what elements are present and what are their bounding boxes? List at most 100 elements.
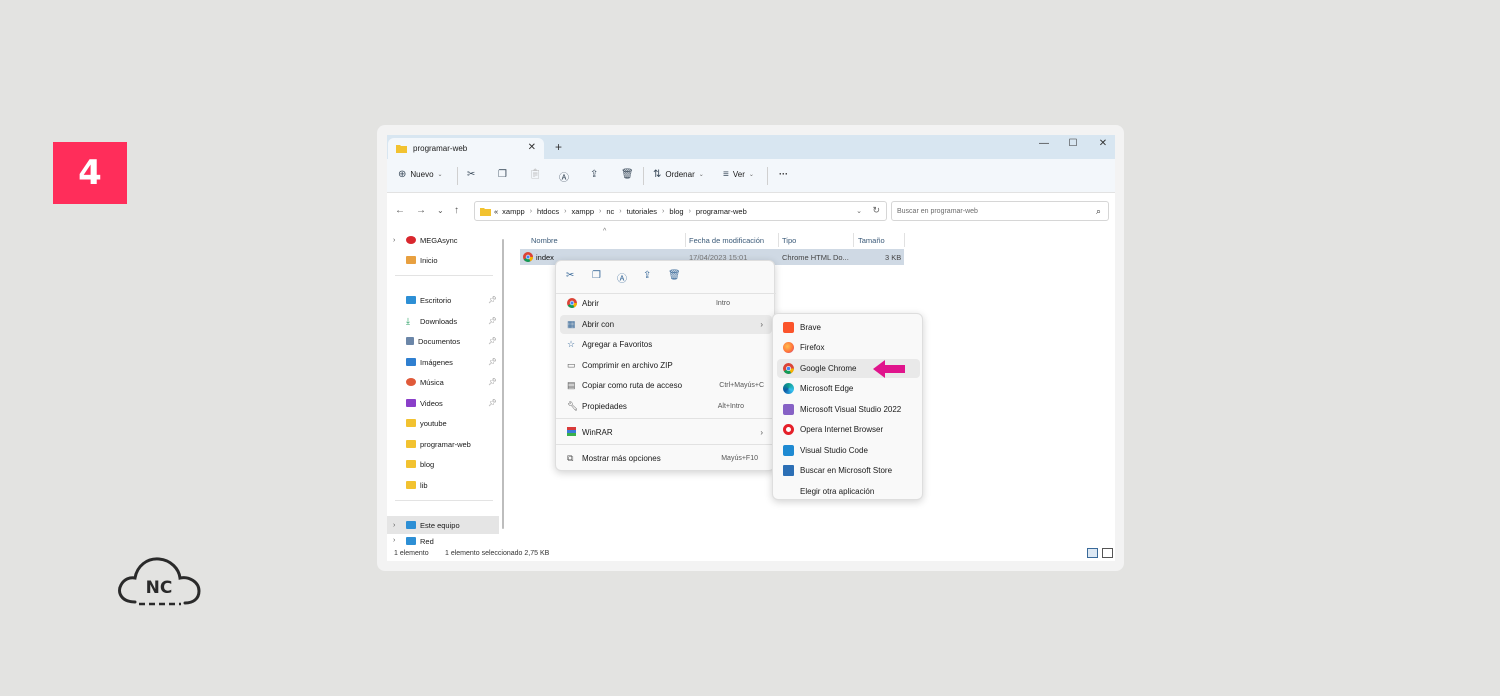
copy-icon[interactable]: ❐ [592,270,601,281]
breadcrumb-tutoriales[interactable]: tutoriales [627,207,657,216]
pin-icon[interactable]: 📌︎ [488,296,497,304]
share-icon[interactable]: ⇪ [590,169,598,180]
menu-item-propiedades[interactable]: 🔧︎ Propiedades Alt+Intro [560,397,772,416]
app-item-label: Elegir otra aplicación [800,487,875,496]
column-header-size[interactable]: Tamaño [858,236,885,245]
tiles-view-button[interactable] [1102,548,1113,558]
cut-icon[interactable]: ✂ [566,270,574,281]
breadcrumb-programar-web[interactable]: programar-web [696,207,747,216]
search-input[interactable]: Buscar en programar-web ⌕ [891,201,1109,221]
sidebar-item-inicio[interactable]: Inicio [387,251,499,269]
share-icon[interactable]: ⇪ [643,270,651,281]
sidebar-item-blog[interactable]: blog [387,455,499,473]
column-header-type[interactable]: Tipo [782,236,796,245]
sidebar-item-imagenes[interactable]: Imágenes 📌︎ [387,353,499,371]
details-view-button[interactable] [1087,548,1098,558]
sidebar-item-musica[interactable]: Música 📌︎ [387,373,499,391]
pin-icon[interactable]: 📌︎ [488,399,497,407]
column-header-name[interactable]: Nombre [531,236,558,245]
breadcrumb-chevron-icon: › [564,207,567,215]
sidebar-item-videos[interactable]: Videos 📌︎ [387,394,499,412]
menu-item-abrir-con[interactable]: ▦ Abrir con › [560,315,772,334]
rename-icon[interactable]: Ⓐ [617,270,627,285]
app-item-label: Microsoft Visual Studio 2022 [800,405,902,414]
forward-arrow-icon[interactable]: → [416,205,426,216]
delete-icon[interactable]: 🗑︎ [668,270,681,281]
file-type: Chrome HTML Do... [782,253,849,262]
breadcrumb-blog[interactable]: blog [669,207,683,216]
app-item-vscode[interactable]: Visual Studio Code [777,441,920,460]
breadcrumb-htdocs[interactable]: htdocs [537,207,559,216]
copy-icon[interactable]: ❐ [498,169,507,180]
sort-button[interactable]: ⇅ Ordenar ⌄ [653,169,704,180]
minimize-button[interactable]: — [1035,138,1053,149]
column-header-modified[interactable]: Fecha de modificación [689,236,764,245]
sidebar-item-downloads[interactable]: ⤓ Downloads 📌︎ [387,312,499,330]
column-divider [685,233,686,247]
new-tab-button[interactable]: + [555,140,562,154]
app-item-firefox[interactable]: Firefox [777,338,920,357]
column-divider [778,233,779,247]
breadcrumb-overflow[interactable]: « [494,207,498,216]
breadcrumb-chevron-icon: › [619,207,622,215]
app-item-visual-studio[interactable]: Microsoft Visual Studio 2022 [777,400,920,419]
menu-item-mas-opciones[interactable]: ⧉ Mostrar más opciones Mayús+F10 [560,449,772,468]
sidebar-item-megasync[interactable]: › MEGAsync [387,231,499,249]
menu-item-agregar-favoritos[interactable]: ☆ Agregar a Favoritos [560,335,772,354]
sidebar-item-youtube[interactable]: youtube [387,414,499,432]
cut-icon[interactable]: ✂ [467,169,475,180]
edge-icon [783,383,794,394]
new-button[interactable]: ⊕ Nuevo ⌄ [398,169,443,180]
pin-icon[interactable]: 📌︎ [488,337,497,345]
toolbar-divider [643,167,644,185]
app-item-elegir-otra[interactable]: Elegir otra aplicación [777,482,920,501]
expand-chevron-icon[interactable]: › [393,537,395,544]
close-window-button[interactable]: ✕ [1094,138,1112,149]
nc-cloud-logo-icon: NC [118,557,201,606]
paste-icon[interactable]: 📋︎ [529,169,542,180]
address-bar[interactable]: « xampp › htdocs › xampp › nc › tutorial… [474,201,887,221]
sidebar-item-este-equipo[interactable]: › Este equipo [387,516,499,534]
pin-icon[interactable]: 📌︎ [488,317,497,325]
breadcrumb-nc[interactable]: nc [606,207,614,216]
tab-programar-web[interactable]: programar-web ✕ [388,138,544,159]
column-divider [853,233,854,247]
more-options-button[interactable]: ··· [779,169,788,179]
delete-icon[interactable]: 🗑︎ [621,169,634,180]
view-button[interactable]: ≡ Ver ⌄ [723,169,754,180]
app-item-microsoft-store[interactable]: Buscar en Microsoft Store [777,461,920,480]
sidebar-item-lib[interactable]: lib [387,476,499,494]
chrome-icon [523,252,533,262]
breadcrumb-xampp[interactable]: xampp [502,207,525,216]
menu-item-comprimir-zip[interactable]: ▭ Comprimir en archivo ZIP [560,356,772,375]
sidebar-item-label: Videos [420,398,443,408]
sidebar-item-documentos[interactable]: Documentos 📌︎ [387,332,499,350]
chrome-icon [567,298,577,308]
menu-item-winrar[interactable]: WinRAR › [560,423,772,442]
pin-icon[interactable]: 📌︎ [488,378,497,386]
menu-item-shortcut: Ctrl+Mayús+C [719,382,764,389]
address-dropdown-icon[interactable]: ⌄ [856,207,862,215]
sidebar-scrollbar[interactable] [502,239,504,529]
refresh-icon[interactable]: ↻ [872,205,880,216]
recent-chevron-icon[interactable]: ⌄ [437,206,444,215]
maximize-button[interactable]: ☐ [1064,138,1082,149]
up-arrow-icon[interactable]: ↑ [454,205,459,216]
rename-icon[interactable]: Ⓐ [559,169,569,184]
back-arrow-icon[interactable]: ← [395,205,405,216]
menu-item-copiar-ruta[interactable]: ▤ Copiar como ruta de acceso Ctrl+Mayús+… [560,376,772,395]
tab-close-icon[interactable]: ✕ [528,142,536,153]
expand-chevron-icon[interactable]: › [393,237,395,244]
app-item-opera[interactable]: Opera Internet Browser [777,420,920,439]
expand-chevron-icon[interactable]: › [393,522,395,529]
menu-item-abrir[interactable]: Abrir Intro [560,294,772,313]
context-quick-actions: ✂ ❐ Ⓐ ⇪ 🗑︎ [556,261,776,293]
breadcrumb-xampp-2[interactable]: xampp [571,207,594,216]
sidebar-item-programar-web[interactable]: programar-web [387,435,499,453]
app-item-brave[interactable]: Brave [777,318,920,337]
app-item-microsoft-edge[interactable]: Microsoft Edge [777,379,920,398]
opera-icon [783,424,794,435]
sidebar-item-escritorio[interactable]: Escritorio 📌︎ [387,291,499,309]
pin-icon[interactable]: 📌︎ [488,358,497,366]
folder-icon [406,481,416,489]
